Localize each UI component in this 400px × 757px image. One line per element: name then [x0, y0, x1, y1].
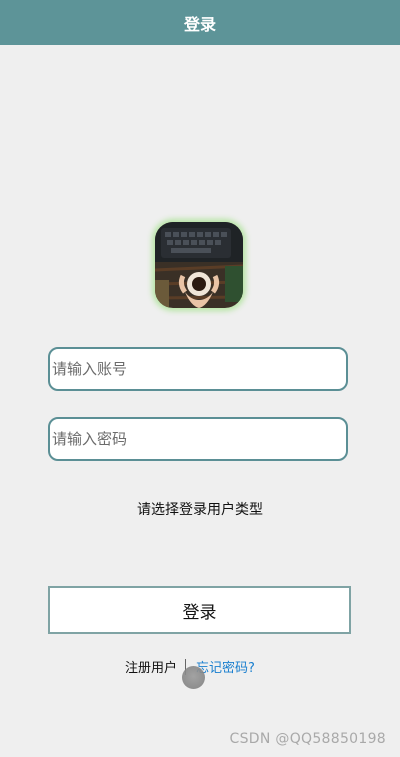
app-header: 登录 — [0, 0, 400, 45]
user-type-selector[interactable]: 请选择登录用户类型 — [0, 499, 400, 519]
register-link[interactable]: 注册用户 — [125, 657, 177, 676]
app-logo — [155, 222, 243, 308]
forgot-password-link[interactable]: 忘记密码? — [196, 657, 255, 676]
password-input[interactable] — [48, 417, 348, 461]
touch-indicator — [182, 666, 205, 689]
login-button[interactable]: 登录 — [48, 586, 351, 634]
account-input[interactable] — [48, 347, 348, 391]
watermark: CSDN @QQ58850198 — [229, 731, 386, 747]
page-title: 登录 — [183, 14, 216, 34]
